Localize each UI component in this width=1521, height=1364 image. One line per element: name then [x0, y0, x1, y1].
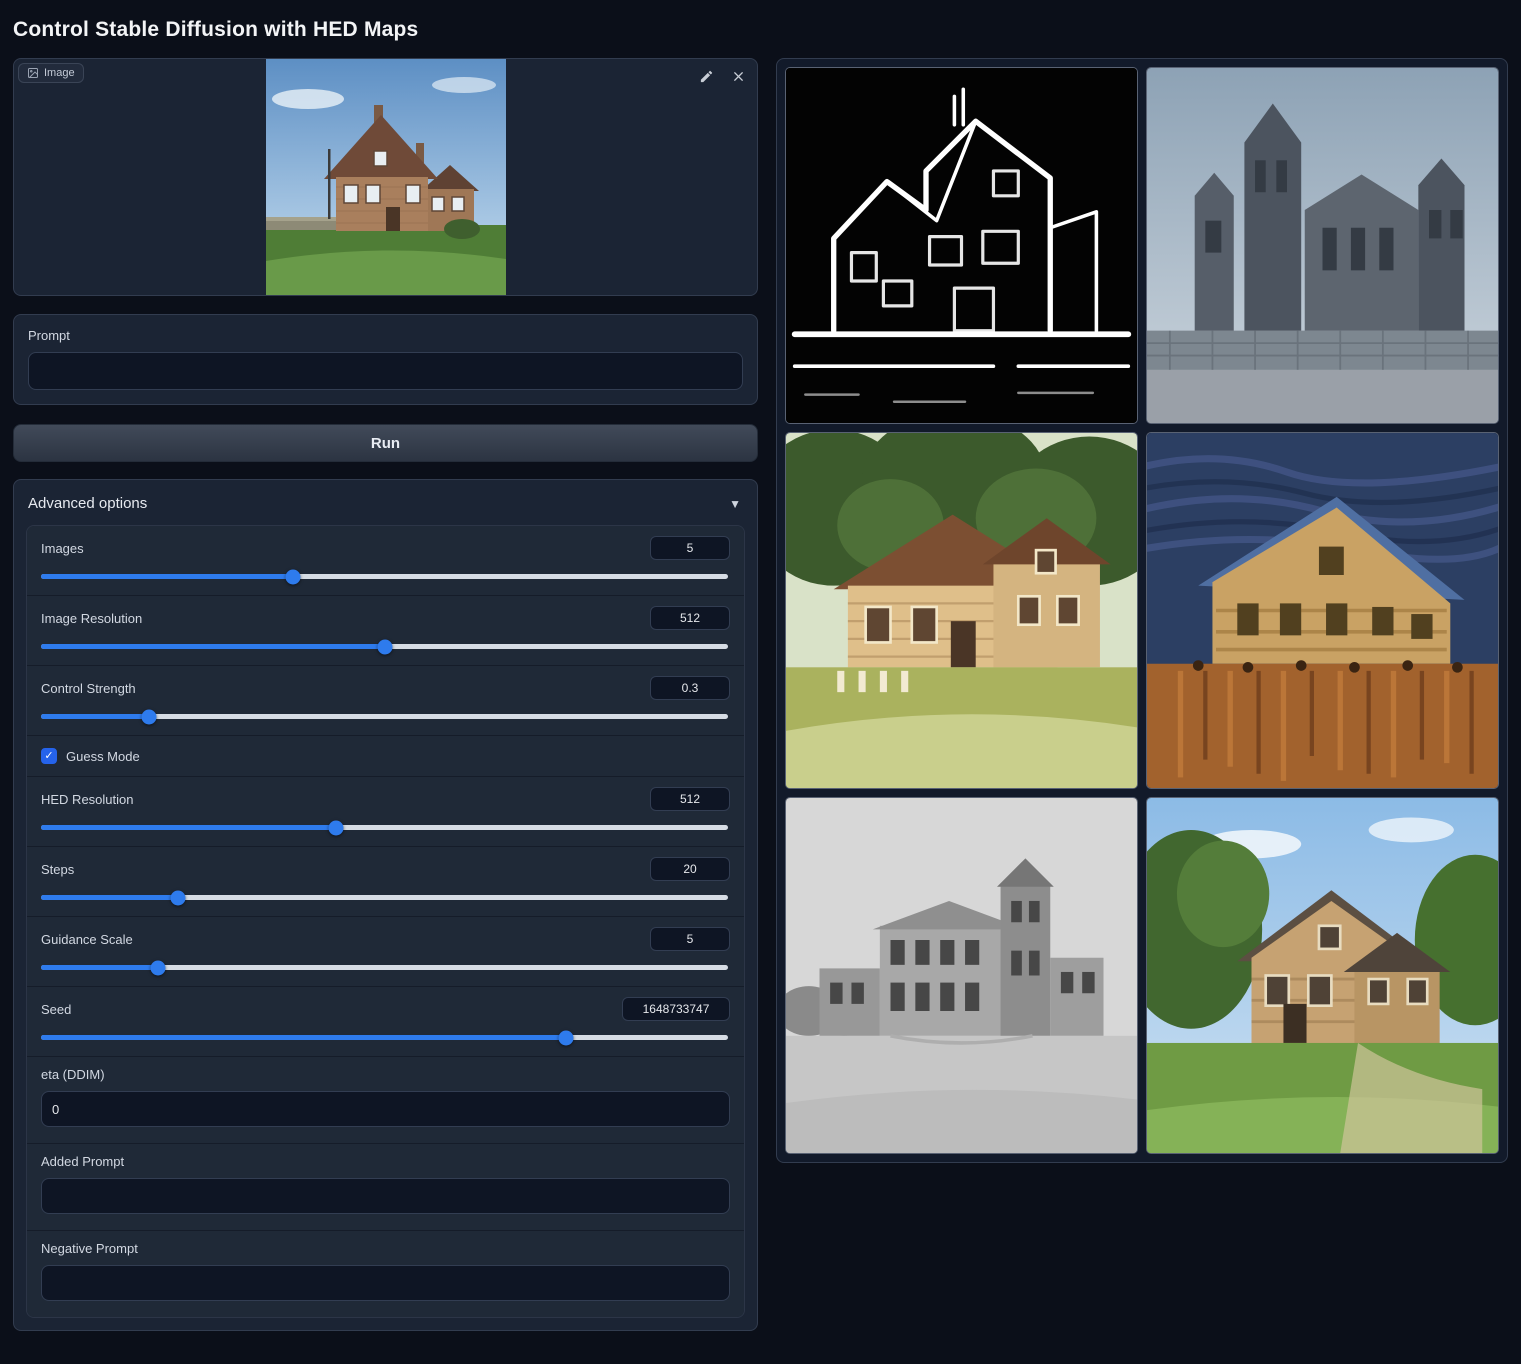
- gallery-item-impressionist-building[interactable]: [1146, 432, 1499, 789]
- negative-prompt-input[interactable]: [41, 1265, 730, 1301]
- slider-thumb-control-strength[interactable]: [141, 709, 156, 724]
- slider-track-seed[interactable]: [41, 1035, 728, 1040]
- guess-mode-checkbox[interactable]: Guess Mode: [41, 748, 730, 764]
- image-input-label-text: Image: [44, 67, 75, 79]
- gothic-building-image: [1147, 68, 1498, 423]
- gallery-item-bw-photo-building[interactable]: [785, 797, 1138, 1154]
- field-label-negative-prompt: Negative Prompt: [41, 1241, 730, 1256]
- advanced-options-accordion: Advanced options ▼ Images Image Resolutio…: [13, 479, 758, 1331]
- gallery-item-gothic-stone-building[interactable]: [1146, 67, 1499, 424]
- uploaded-image[interactable]: [266, 59, 506, 295]
- slider-track-image-resolution[interactable]: [41, 644, 728, 649]
- input-row-eta-ddim: eta (DDIM): [27, 1057, 744, 1144]
- prompt-block: Prompt: [13, 314, 758, 405]
- slider-row-guidance-scale: Guidance Scale: [27, 917, 744, 987]
- page-title: Control Stable Diffusion with HED Maps: [13, 18, 1508, 42]
- slider-fill: [41, 895, 178, 900]
- image-input-component: Image: [13, 58, 758, 296]
- prompt-input[interactable]: [28, 352, 743, 390]
- advanced-options-form: Images Image Resolution Control Strength Gu…: [26, 525, 745, 1318]
- chevron-down-icon: ▼: [729, 497, 741, 511]
- added-prompt-input[interactable]: [41, 1178, 730, 1214]
- slider-value-hed-resolution[interactable]: [650, 787, 730, 811]
- gallery-item-hed-edge-map[interactable]: [785, 67, 1138, 424]
- warm-cottage-image: [786, 433, 1137, 788]
- slider-label-images: Images: [41, 541, 84, 556]
- slider-row-control-strength: Control Strength: [27, 666, 744, 736]
- output-column: [776, 58, 1508, 1163]
- slider-label-steps: Steps: [41, 862, 74, 877]
- slider-thumb-steps[interactable]: [171, 890, 186, 905]
- field-label-added-prompt: Added Prompt: [41, 1154, 730, 1169]
- pencil-icon: [699, 69, 714, 84]
- slider-fill: [41, 825, 336, 830]
- slider-thumb-images[interactable]: [286, 569, 301, 584]
- impressionist-building-image: [1147, 433, 1498, 788]
- checkbox-box-guess-mode[interactable]: [41, 748, 57, 764]
- slider-value-guidance-scale[interactable]: [650, 927, 730, 951]
- output-gallery: [776, 58, 1508, 1163]
- slider-row-image-resolution: Image Resolution: [27, 596, 744, 666]
- slider-fill: [41, 644, 385, 649]
- app: Control Stable Diffusion with HED Maps I…: [0, 0, 1521, 1341]
- slider-row-hed-resolution: HED Resolution: [27, 777, 744, 847]
- gallery-item-country-house-painting[interactable]: [1146, 797, 1499, 1154]
- slider-thumb-seed[interactable]: [558, 1030, 573, 1045]
- advanced-options-label: Advanced options: [28, 495, 147, 512]
- bw-building-image: [786, 798, 1137, 1153]
- prompt-label: Prompt: [28, 328, 743, 343]
- slider-thumb-image-resolution[interactable]: [377, 639, 392, 654]
- checkbox-label-guess-mode: Guess Mode: [66, 749, 140, 764]
- slider-label-control-strength: Control Strength: [41, 681, 136, 696]
- slider-fill: [41, 714, 149, 719]
- slider-label-seed: Seed: [41, 1002, 71, 1017]
- slider-label-guidance-scale: Guidance Scale: [41, 932, 133, 947]
- slider-label-image-resolution: Image Resolution: [41, 611, 142, 626]
- slider-value-seed[interactable]: [622, 997, 730, 1021]
- slider-row-seed: Seed: [27, 987, 744, 1057]
- slider-track-steps[interactable]: [41, 895, 728, 900]
- slider-value-image-resolution[interactable]: [650, 606, 730, 630]
- slider-row-images: Images: [27, 526, 744, 596]
- clear-image-button[interactable]: [727, 65, 749, 87]
- slider-value-images[interactable]: [650, 536, 730, 560]
- slider-fill: [41, 1035, 566, 1040]
- slider-label-hed-resolution: HED Resolution: [41, 792, 134, 807]
- run-button[interactable]: Run: [13, 424, 758, 462]
- slider-track-hed-resolution[interactable]: [41, 825, 728, 830]
- hed-edge-map-image: [786, 68, 1137, 423]
- checkbox-row-guess-mode: Guess Mode: [27, 736, 744, 777]
- image-input-label: Image: [18, 63, 84, 83]
- slider-value-steps[interactable]: [650, 857, 730, 881]
- slider-fill: [41, 965, 158, 970]
- slider-track-control-strength[interactable]: [41, 714, 728, 719]
- house-photo-image: [266, 59, 506, 295]
- slider-thumb-guidance-scale[interactable]: [150, 960, 165, 975]
- field-label-eta-ddim: eta (DDIM): [41, 1067, 730, 1082]
- slider-track-images[interactable]: [41, 574, 728, 579]
- image-icon: [27, 67, 39, 79]
- input-row-added-prompt: Added Prompt: [27, 1144, 744, 1231]
- controls-column: Image: [13, 58, 758, 1331]
- eta-ddim-input[interactable]: [41, 1091, 730, 1127]
- image-toolbar: [695, 65, 749, 87]
- close-icon: [731, 69, 746, 84]
- slider-row-steps: Steps: [27, 847, 744, 917]
- edit-image-button[interactable]: [695, 65, 717, 87]
- input-row-negative-prompt: Negative Prompt: [27, 1231, 744, 1317]
- advanced-options-header[interactable]: Advanced options ▼: [14, 480, 757, 525]
- country-house-image: [1147, 798, 1498, 1153]
- slider-fill: [41, 574, 293, 579]
- slider-value-control-strength[interactable]: [650, 676, 730, 700]
- slider-thumb-hed-resolution[interactable]: [329, 820, 344, 835]
- slider-track-guidance-scale[interactable]: [41, 965, 728, 970]
- gallery-item-warm-cottage-painting[interactable]: [785, 432, 1138, 789]
